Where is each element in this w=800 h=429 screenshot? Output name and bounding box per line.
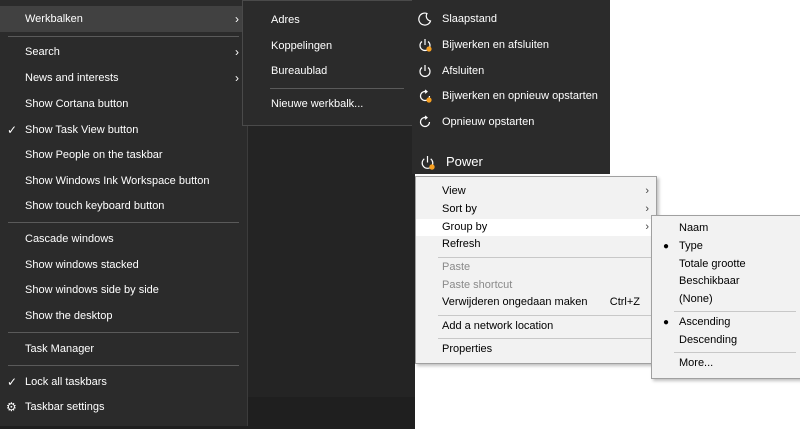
context-item-properties[interactable]: Properties <box>416 341 656 358</box>
chevron-right-icon: › <box>645 221 649 233</box>
chevron-right-icon: › <box>235 71 239 85</box>
groupby-item-descending[interactable]: Descending <box>652 332 800 349</box>
context-item-refresh[interactable]: Refresh <box>416 236 656 253</box>
menu-separator <box>8 36 239 37</box>
chevron-right-icon: › <box>645 185 649 197</box>
menu-item-taskbar-settings[interactable]: ⚙ Taskbar settings <box>0 394 247 420</box>
menu-separator <box>8 365 239 366</box>
checkmark-icon: ✓ <box>7 123 18 137</box>
menu-separator <box>438 257 652 258</box>
groupby-item-ascending[interactable]: ● Ascending <box>652 314 800 331</box>
power-item-bijwerken-en-opnieuw-opstarten[interactable]: Bijwerken en opnieuw opstarten <box>412 83 610 109</box>
taskbar-context-menu: Werkbalken › Search › News and interests… <box>0 0 248 426</box>
chevron-right-icon: › <box>235 12 239 26</box>
power-icon <box>419 65 431 78</box>
moon-icon <box>418 12 432 26</box>
checkmark-icon: ✓ <box>7 375 18 389</box>
menu-item-show-windows-side-by-side[interactable]: Show windows side by side <box>0 277 247 303</box>
groupby-item-beschikbaar[interactable]: Beschikbaar <box>652 273 800 290</box>
groupby-item-type[interactable]: ● Type <box>652 238 800 255</box>
context-item-view[interactable]: View › <box>416 183 656 200</box>
groupby-item-more[interactable]: More... <box>652 355 800 372</box>
menu-item-news-and-interests[interactable]: News and interests › <box>0 65 247 91</box>
restart-icon <box>419 115 431 128</box>
chevron-right-icon: › <box>235 45 239 59</box>
context-item-add-network-location[interactable]: Add a network location <box>416 318 656 335</box>
menu-item-task-manager[interactable]: Task Manager <box>0 336 247 362</box>
restart-update-icon <box>419 89 432 103</box>
menu-separator <box>674 311 796 312</box>
menu-separator <box>8 332 239 333</box>
menu-separator <box>438 338 652 339</box>
submenu-item-koppelingen[interactable]: Koppelingen <box>243 33 412 59</box>
menu-separator <box>8 222 239 223</box>
menu-item-search[interactable]: Search › <box>0 39 247 65</box>
power-button[interactable]: Power <box>412 148 610 176</box>
context-item-paste[interactable]: Paste <box>416 259 656 276</box>
menu-item-show-touch-keyboard[interactable]: Show touch keyboard button <box>0 193 247 219</box>
power-item-bijwerken-en-afsluiten[interactable]: Bijwerken en afsluiten <box>412 32 610 58</box>
context-item-group-by[interactable]: Group by › <box>416 219 656 236</box>
menu-item-cascade-windows[interactable]: Cascade windows <box>0 226 247 252</box>
menu-separator <box>270 88 404 89</box>
menu-separator <box>438 315 652 316</box>
power-item-opnieuw-opstarten[interactable]: Opnieuw opstarten <box>412 109 610 135</box>
toolbars-submenu: Adres Koppelingen Bureaublad Nieuwe werk… <box>242 0 413 126</box>
group-by-submenu: Naam ● Type Totale grootte Beschikbaar (… <box>651 215 800 379</box>
menu-item-show-people[interactable]: Show People on the taskbar <box>0 142 247 168</box>
menu-item-show-task-view-button[interactable]: ✓ Show Task View button <box>0 117 247 143</box>
menu-separator <box>674 352 796 353</box>
submenu-item-nieuwe-werkbalk[interactable]: Nieuwe werkbalk... <box>243 91 412 117</box>
menu-item-show-windows-ink[interactable]: Show Windows Ink Workspace button <box>0 168 247 194</box>
menu-item-show-the-desktop[interactable]: Show the desktop <box>0 303 247 329</box>
context-item-sort-by[interactable]: Sort by › <box>416 201 656 218</box>
menu-item-show-windows-stacked[interactable]: Show windows stacked <box>0 252 247 278</box>
explorer-context-menu: View › Sort by › Group by › Refresh Past… <box>415 176 657 364</box>
power-item-afsluiten[interactable]: Afsluiten <box>412 58 610 84</box>
groupby-item-naam[interactable]: Naam <box>652 220 800 237</box>
submenu-item-adres[interactable]: Adres <box>243 7 412 33</box>
power-update-icon <box>419 39 432 52</box>
submenu-item-bureaublad[interactable]: Bureaublad <box>243 58 412 84</box>
chevron-right-icon: › <box>645 203 649 215</box>
power-update-icon <box>421 156 435 170</box>
gear-icon: ⚙ <box>6 400 17 414</box>
context-item-undo-delete[interactable]: Verwijderen ongedaan maken Ctrl+Z <box>416 294 656 311</box>
groupby-item-totale-grootte[interactable]: Totale grootte <box>652 256 800 273</box>
menu-item-lock-all-taskbars[interactable]: ✓ Lock all taskbars <box>0 369 247 395</box>
menu-item-show-cortana-button[interactable]: Show Cortana button <box>0 91 247 117</box>
groupby-item-none[interactable]: (None) <box>652 291 800 308</box>
shortcut-label: Ctrl+Z <box>609 296 640 308</box>
power-item-slaapstand[interactable]: Slaapstand <box>412 6 610 32</box>
menu-item-werkbalken[interactable]: Werkbalken › <box>0 6 247 32</box>
context-item-paste-shortcut[interactable]: Paste shortcut <box>416 277 656 294</box>
power-menu: Slaapstand Bijwerken en afsluiten Afslui… <box>412 0 610 174</box>
radio-bullet-icon: ● <box>663 317 670 328</box>
radio-bullet-icon: ● <box>663 241 670 252</box>
